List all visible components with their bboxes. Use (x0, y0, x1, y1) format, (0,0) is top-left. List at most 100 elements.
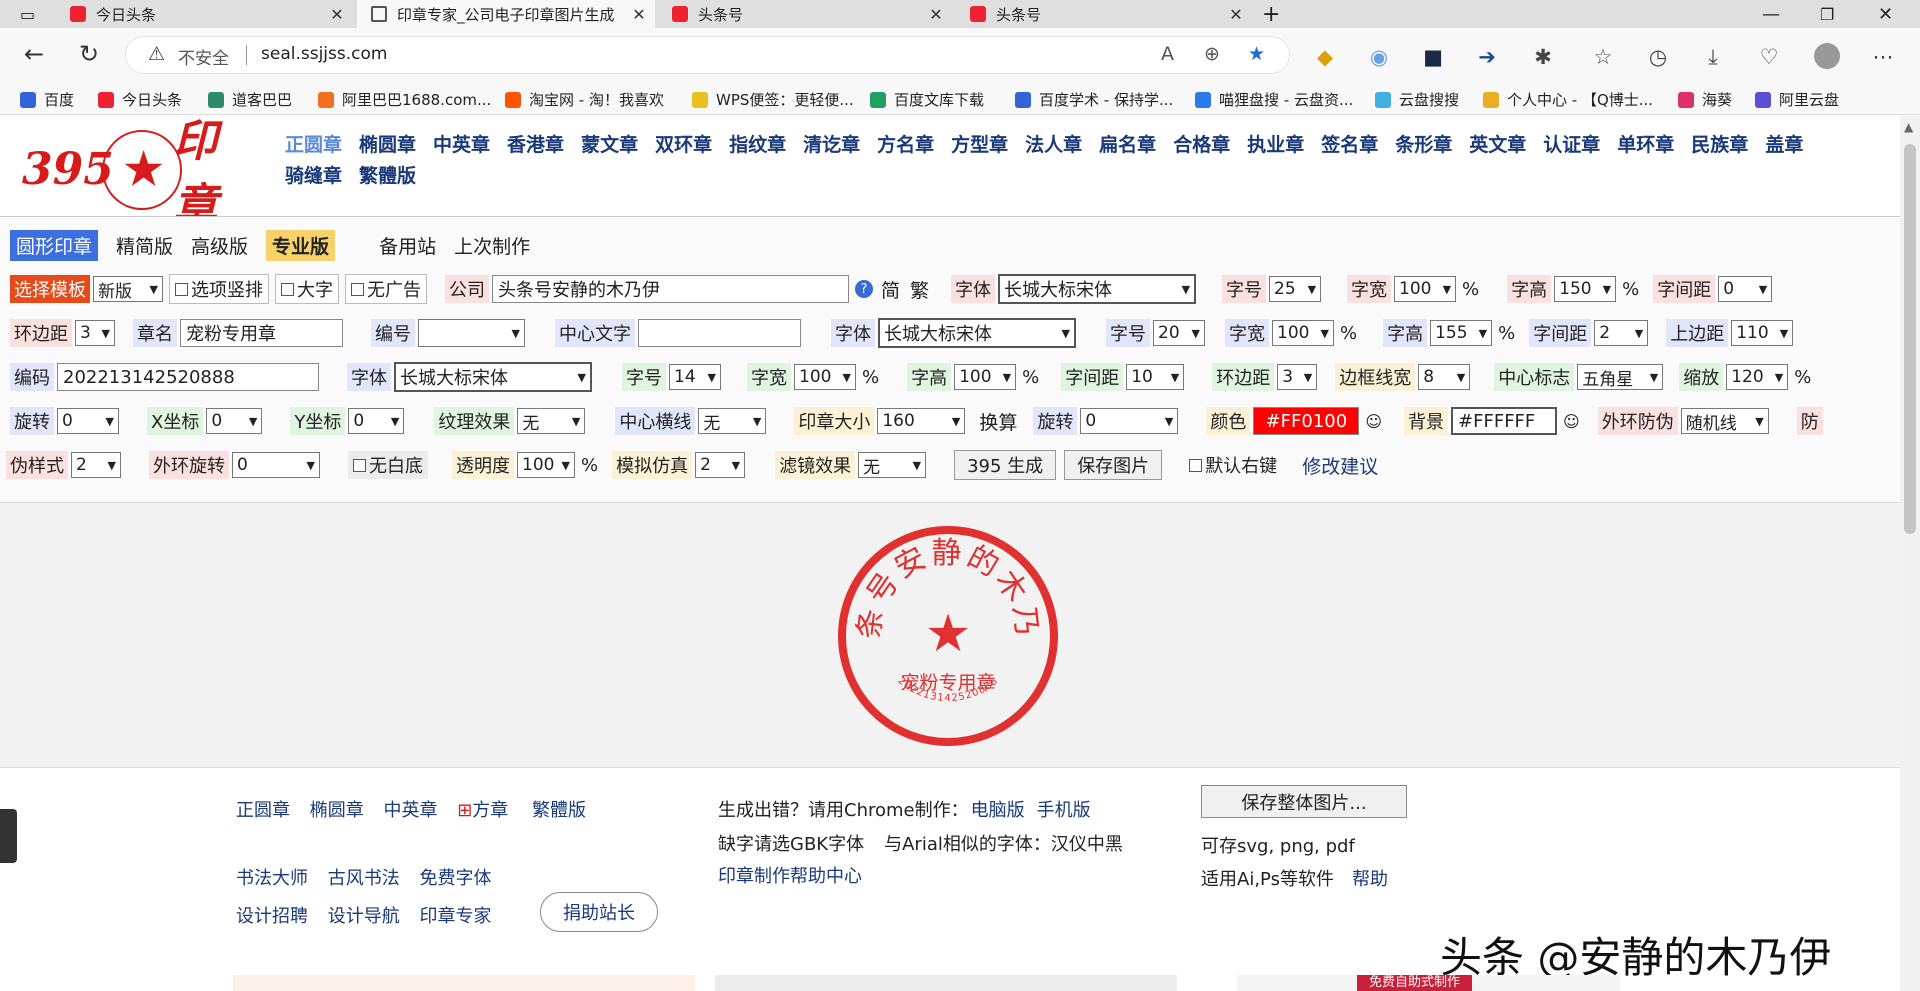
size-select[interactable]: 25 ▼ (1269, 276, 1322, 302)
nav-link[interactable]: 条形章 (1395, 130, 1452, 161)
pseudo-style-select[interactable]: 2 ▼ (71, 452, 121, 478)
footer-link[interactable]: 正圆章 (236, 800, 290, 821)
sidebar-handle[interactable] (0, 809, 17, 863)
bookmark-item[interactable]: 今日头条 (98, 89, 182, 110)
extension-icon[interactable]: ◆ (1312, 45, 1338, 71)
height-select[interactable]: 150 ▼ (1554, 276, 1617, 302)
tab-actions-button[interactable]: ▭ (0, 0, 52, 28)
tab-toutiaohao-1[interactable]: 头条号 ✕ (658, 0, 952, 28)
zoom-icon[interactable]: ⊕ (1204, 43, 1220, 65)
select-template-button[interactable]: 选择模板 (10, 275, 90, 303)
footer-link[interactable]: 繁體版 (532, 800, 586, 821)
center-line-select[interactable]: 无 ▼ (698, 408, 767, 434)
convert-link[interactable]: 换算 (979, 408, 1017, 435)
y-coord-select[interactable]: 0 ▼ (348, 408, 405, 434)
address-bar[interactable]: ⚠ 不安全 seal.ssjjss.com A ⊕ ★ (125, 36, 1290, 74)
footer-link[interactable]: 设计导航 (328, 906, 400, 927)
pc-version-link[interactable]: 电脑版 (971, 800, 1025, 821)
outer-rotate-select[interactable]: 0 ▼ (232, 452, 320, 478)
nav-link[interactable]: 指纹章 (729, 130, 786, 161)
nav-link[interactable]: 认证章 (1543, 130, 1600, 161)
nav-link[interactable]: 签名章 (1321, 130, 1378, 161)
seal-name-input[interactable]: 宠粉专用章 (180, 319, 343, 347)
opacity-select[interactable]: 100 ▼ (517, 452, 575, 478)
mode-advanced[interactable]: 高级版 (191, 232, 248, 259)
mode-pro[interactable]: 专业版 (266, 229, 336, 261)
save-image-button[interactable]: 保存图片 (1064, 450, 1163, 480)
center-text-input[interactable] (638, 319, 801, 347)
vertical-option-checkbox[interactable]: 选项竖排 (169, 274, 269, 304)
new-tab-button[interactable]: + (1262, 0, 1292, 28)
scroll-up-icon[interactable]: ▲ (1904, 120, 1913, 134)
back-button[interactable]: ← (18, 40, 50, 68)
nav-link[interactable]: 执业章 (1247, 130, 1304, 161)
scrollbar-thumb[interactable] (1904, 144, 1916, 534)
nav-link[interactable]: 方名章 (877, 130, 934, 161)
footer-link[interactable]: 免费字体 (419, 868, 491, 889)
version-select[interactable]: 新版 ▼ (93, 276, 163, 302)
simulation-select[interactable]: 2 ▼ (695, 452, 746, 478)
palette-icon[interactable]: ☺ (1365, 412, 1382, 431)
performance-icon[interactable]: ♡ (1756, 45, 1782, 71)
window-close-button[interactable]: ✕ (1878, 0, 1908, 28)
bookmark-item[interactable]: 云盘搜搜 (1375, 89, 1459, 110)
bookmark-item[interactable]: 喵狸盘搜 - 云盘资... (1195, 89, 1353, 110)
center-logo-select[interactable]: 五角星 ▼ (1577, 364, 1664, 390)
footer-link[interactable]: 印章专家 (419, 906, 491, 927)
mobile-version-link[interactable]: 手机版 (1037, 800, 1091, 821)
spacing-select[interactable]: 0 ▼ (1718, 276, 1773, 302)
more-menu-icon[interactable]: ⋯ (1870, 45, 1896, 71)
width-select[interactable]: 100 ▼ (794, 364, 856, 390)
ring-margin-select[interactable]: 3 ▼ (75, 320, 115, 346)
default-right-click-checkbox[interactable]: 默认右键 (1184, 451, 1282, 479)
backup-site-link[interactable]: 备用站 (379, 232, 436, 259)
read-aloud-icon[interactable]: A (1161, 43, 1174, 65)
font-select[interactable]: 长城大标宋体 ▼ (998, 274, 1197, 304)
nav-link[interactable]: 繁體版 (359, 161, 416, 192)
footer-link[interactable]: 书法大师 (236, 868, 308, 889)
texture-select[interactable]: 无 ▼ (517, 408, 586, 434)
bookmark-item[interactable]: 百度 (20, 89, 74, 110)
seal-size-select[interactable]: 160 ▼ (877, 408, 966, 434)
download-icon[interactable]: ⤓ (1700, 45, 1726, 71)
spacing-select[interactable]: 10 ▼ (1126, 364, 1185, 390)
footer-link[interactable]: 椭圆章 (310, 800, 364, 821)
generate-button[interactable]: 395 生成 (954, 450, 1057, 480)
font-select[interactable]: 长城大标宋体 ▼ (878, 318, 1076, 348)
palette-icon[interactable]: ☺ (1563, 412, 1580, 431)
bg-color-input[interactable]: #FFFFFF (1451, 407, 1558, 435)
nav-link[interactable]: 清讫章 (803, 130, 860, 161)
footer-link[interactable]: 古风书法 (328, 868, 400, 889)
nav-link[interactable]: 中英章 (433, 130, 490, 161)
minimize-button[interactable]: — (1762, 0, 1792, 28)
nav-link[interactable]: 蒙文章 (581, 130, 638, 161)
code-input[interactable]: 202213142520888 (57, 363, 319, 391)
mode-round[interactable]: 圆形印章 (10, 229, 99, 261)
extensions-puzzle-icon[interactable]: ✱ (1530, 45, 1556, 71)
footer-link[interactable]: 中英章 (383, 800, 437, 821)
extension-icon[interactable]: ➔ (1474, 45, 1500, 71)
profile-avatar[interactable] (1814, 43, 1840, 69)
help-center-link[interactable]: 印章制作帮助中心 (718, 862, 862, 888)
bookmark-item[interactable]: 淘宝网 - 淘！我喜欢 (505, 89, 664, 110)
bookmark-item[interactable]: 个人中心 - 【Q博士... (1483, 89, 1653, 110)
favorite-star-icon[interactable]: ★ (1248, 43, 1265, 65)
outer-anti-fake-select[interactable]: 随机线 ▼ (1680, 408, 1769, 434)
nav-link[interactable]: 椭圆章 (359, 130, 416, 161)
color-input[interactable]: #FF0100 (1253, 407, 1360, 435)
top-margin-select[interactable]: 110 ▼ (1731, 320, 1794, 346)
footer-link[interactable]: 方章 (472, 800, 508, 821)
nav-link[interactable]: 香港章 (507, 130, 564, 161)
bookmark-item[interactable]: 阿里云盘 (1755, 89, 1839, 110)
site-logo[interactable]: 395 ★ 印章 (22, 116, 247, 231)
ring-margin-select[interactable]: 3 ▼ (1277, 364, 1318, 390)
size-select[interactable]: 20 ▼ (1153, 320, 1205, 346)
x-coord-select[interactable]: 0 ▼ (206, 408, 263, 434)
scale-select[interactable]: 120 ▼ (1726, 364, 1789, 390)
mode-simple[interactable]: 精简版 (116, 232, 173, 259)
company-input[interactable]: 头条号安静的木乃伊 (492, 275, 849, 303)
nav-link[interactable]: 骑缝章 (285, 161, 342, 192)
help-icon[interactable]: ? (855, 280, 873, 298)
bookmark-item[interactable]: 阿里巴巴1688.com... (318, 89, 491, 110)
traditional-link[interactable]: 繁 (910, 276, 929, 303)
